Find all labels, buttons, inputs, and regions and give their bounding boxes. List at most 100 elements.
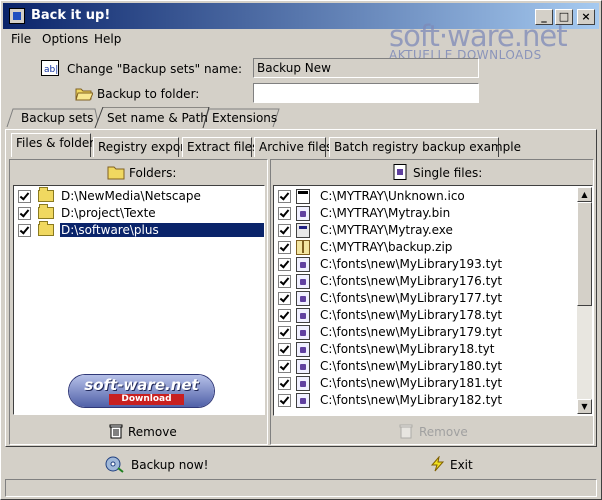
folder-label: Backup to folder: (97, 87, 200, 101)
file-icon (393, 164, 407, 180)
tab-extensions[interactable]: Extensions (212, 111, 277, 125)
file-checkbox[interactable] (278, 343, 291, 356)
file-row[interactable]: C:\MYTRAY\Unknown.ico (274, 188, 574, 205)
file-row[interactable]: C:\fonts\new\MyLibrary179.tyt (274, 324, 574, 341)
file-path: C:\MYTRAY\Mytray.exe (320, 223, 453, 237)
logo-badge: Download (109, 394, 184, 405)
folder-row-selected[interactable]: D:\software\plus (14, 221, 264, 239)
files-scrollbar[interactable]: ▲ ▼ (577, 187, 592, 414)
file-checkbox[interactable] (278, 207, 291, 220)
folder-icon (38, 221, 54, 236)
tyt-file-icon (296, 325, 310, 340)
files-header: Single files: (413, 166, 483, 180)
tyt-file-icon (296, 393, 310, 408)
file-path: C:\fonts\new\MyLibrary180.tyt (320, 359, 503, 373)
file-checkbox[interactable] (278, 224, 291, 237)
name-field[interactable]: Backup New (253, 58, 479, 78)
file-checkbox[interactable] (278, 241, 291, 254)
folder-icon (38, 204, 54, 219)
folder-checkbox[interactable] (18, 190, 31, 203)
file-path: C:\fonts\new\MyLibrary18.tyt (320, 342, 495, 356)
menu-options[interactable]: Options (42, 32, 88, 46)
remove-folder-button[interactable]: Remove (128, 425, 177, 439)
minimize-button[interactable]: _ (535, 9, 553, 25)
file-path: C:\fonts\new\MyLibrary178.tyt (320, 308, 503, 322)
folder-path: D:\software\plus (60, 223, 264, 237)
file-row[interactable]: C:\fonts\new\MyLibrary18.tyt (274, 341, 574, 358)
file-row[interactable]: C:\fonts\new\MyLibrary176.tyt (274, 273, 574, 290)
backup-now-button[interactable]: Backup now! (131, 458, 208, 472)
file-path: C:\fonts\new\MyLibrary182.tyt (320, 393, 503, 407)
backup-disk-icon (105, 456, 124, 473)
trash-icon (109, 424, 123, 439)
file-checkbox[interactable] (278, 292, 291, 305)
status-bar (5, 479, 597, 497)
menu-help[interactable]: Help (94, 32, 121, 46)
file-row[interactable]: C:\fonts\new\MyLibrary180.tyt (274, 358, 574, 375)
name-label: Change "Backup sets" name: (67, 62, 243, 76)
folder-row[interactable]: D:\NewMedia\Netscape (14, 187, 264, 205)
folder-checkbox[interactable] (18, 207, 31, 220)
file-path: C:\fonts\new\MyLibrary193.tyt (320, 257, 503, 271)
file-row[interactable]: C:\MYTRAY\Mytray.exe (274, 222, 574, 239)
folder-path: D:\project\Texte (61, 206, 156, 220)
file-checkbox[interactable] (278, 258, 291, 271)
subtab-extract-files[interactable]: Extract files (182, 137, 258, 157)
open-folder-icon (75, 88, 93, 101)
folder-checkbox[interactable] (18, 224, 31, 237)
tyt-file-icon (296, 342, 310, 357)
file-checkbox[interactable] (278, 377, 291, 390)
folder-icon (38, 187, 54, 202)
file-row[interactable]: C:\fonts\new\MyLibrary182.tyt (274, 392, 574, 409)
tyt-file-icon (296, 257, 310, 272)
software-net-logo: soft-ware.net Download (69, 375, 214, 407)
main-window: Back it up! _ □ × File Options Help soft… (0, 0, 602, 500)
subtab-archive-files[interactable]: Archive files (254, 137, 332, 157)
scroll-down-button[interactable]: ▼ (577, 399, 592, 414)
title-bar[interactable]: Back it up! _ □ × (3, 3, 599, 29)
tyt-file-icon (296, 274, 310, 289)
tyt-file-icon (296, 291, 310, 306)
file-checkbox[interactable] (278, 360, 291, 373)
app-file-icon (296, 223, 310, 238)
file-row[interactable]: C:\fonts\new\MyLibrary181.tyt (274, 375, 574, 392)
file-row[interactable]: C:\fonts\new\MyLibrary177.tyt (274, 290, 574, 307)
scroll-up-button[interactable]: ▲ (577, 187, 592, 202)
file-checkbox[interactable] (278, 394, 291, 407)
rename-icon: ab| (41, 60, 59, 76)
exit-button[interactable]: Exit (450, 458, 473, 472)
file-checkbox[interactable] (278, 275, 291, 288)
menu-file[interactable]: File (11, 32, 31, 46)
file-row[interactable]: C:\MYTRAY\Mytray.bin (274, 205, 574, 222)
tyt-file-icon (296, 308, 310, 323)
tyt-file-icon (296, 206, 310, 221)
tab-set-name-path[interactable]: Set name & Path (107, 111, 208, 125)
file-path: C:\fonts\new\MyLibrary181.tyt (320, 376, 503, 390)
remove-file-button[interactable]: Remove (419, 425, 468, 439)
files-list[interactable]: C:\MYTRAY\Unknown.ico C:\MYTRAY\Mytray.bi… (273, 185, 593, 416)
folder-row[interactable]: D:\project\Texte (14, 204, 264, 222)
subtab-files-folders[interactable]: Files & folders (11, 133, 100, 157)
file-row[interactable]: C:\MYTRAY\backup.zip (274, 239, 574, 256)
folder-field[interactable] (253, 83, 479, 103)
tab-backup-sets[interactable]: Backup sets (21, 111, 93, 125)
file-checkbox[interactable] (278, 326, 291, 339)
file-path: C:\fonts\new\MyLibrary177.tyt (320, 291, 503, 305)
file-path: C:\MYTRAY\backup.zip (320, 240, 453, 254)
close-button[interactable]: × (577, 9, 595, 25)
zip-file-icon (296, 240, 310, 255)
subtab-batch-registry[interactable]: Batch registry backup example (329, 137, 521, 157)
file-path: C:\MYTRAY\Unknown.ico (320, 189, 465, 203)
app-icon (9, 8, 25, 24)
file-checkbox[interactable] (278, 309, 291, 322)
file-row[interactable]: C:\fonts\new\MyLibrary193.tyt (274, 256, 574, 273)
maximize-button[interactable]: □ (555, 9, 573, 25)
file-checkbox[interactable] (278, 190, 291, 203)
file-row[interactable]: C:\fonts\new\MyLibrary178.tyt (274, 307, 574, 324)
file-path: C:\MYTRAY\Mytray.bin (320, 206, 451, 220)
scroll-thumb[interactable] (577, 202, 592, 306)
folder-path: D:\NewMedia\Netscape (61, 189, 201, 203)
logo-title: soft-ware.net (84, 376, 199, 394)
tyt-file-icon (296, 359, 310, 374)
subtab-registry-export[interactable]: Registry export (93, 137, 190, 157)
